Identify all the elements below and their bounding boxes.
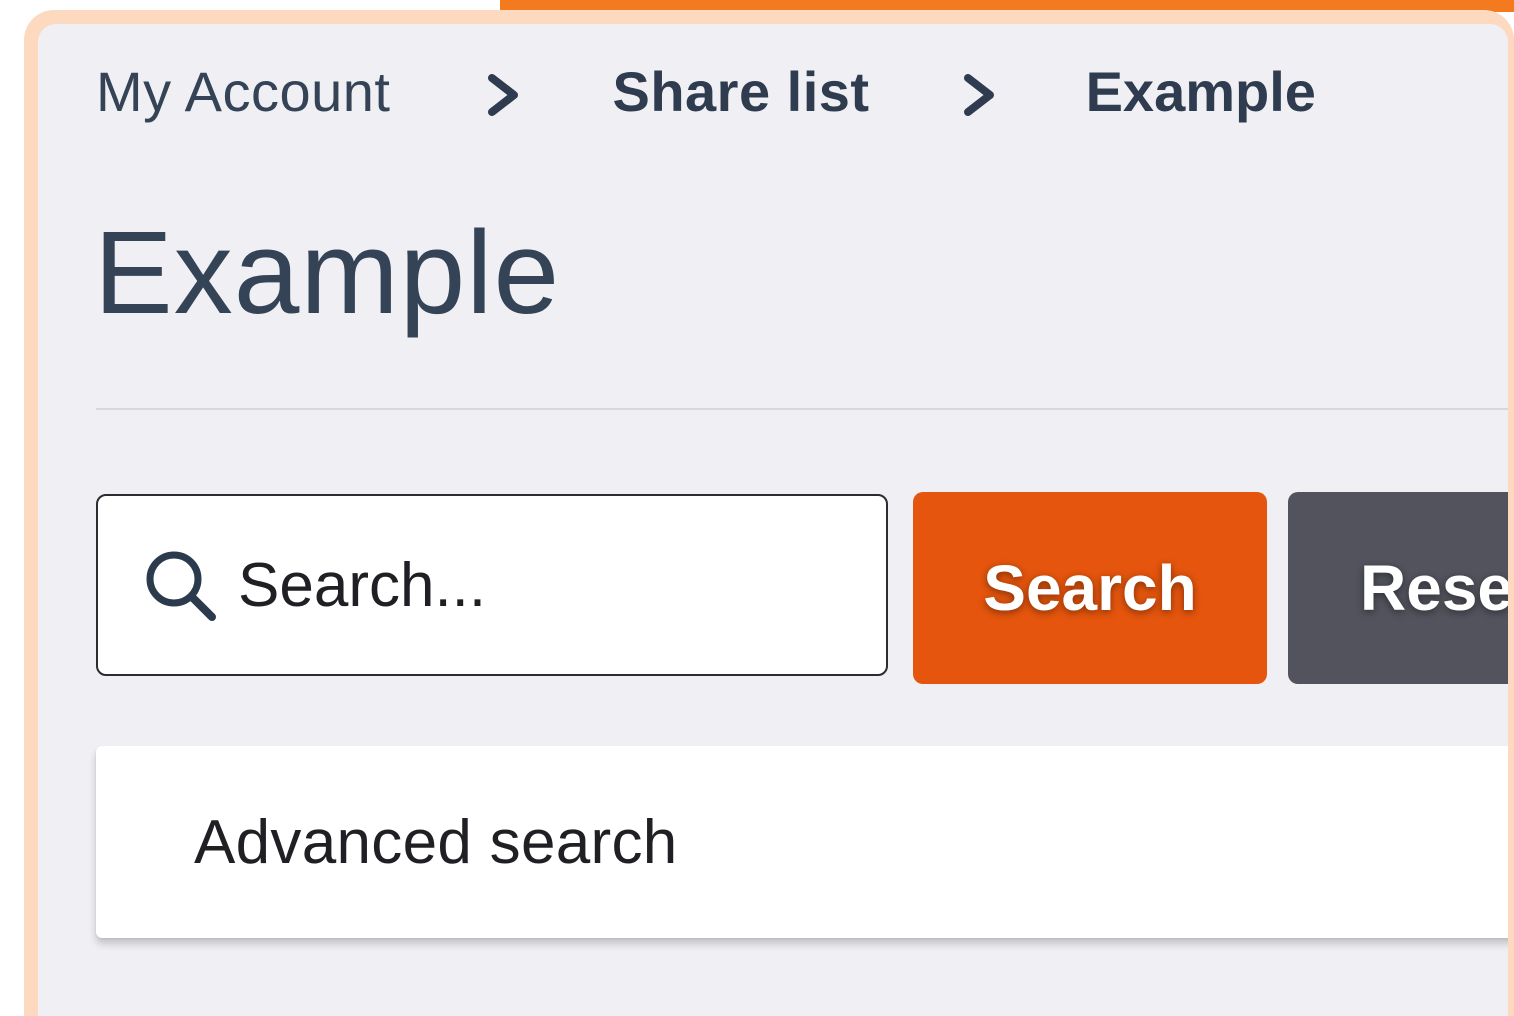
chevron-right-icon <box>960 72 1000 118</box>
chevron-right-icon <box>484 72 524 118</box>
search-input[interactable] <box>238 549 798 621</box>
advanced-search-toggle[interactable]: Advanced search <box>96 746 1508 938</box>
page-title: Example <box>94 207 561 339</box>
divider <box>96 408 1508 410</box>
breadcrumb-item-my-account[interactable]: My Account <box>96 59 390 124</box>
main-panel: My Account Share list Example Example Se… <box>38 24 1508 1016</box>
search-icon <box>146 551 216 621</box>
breadcrumb-item-share-list[interactable]: Share list <box>612 59 869 124</box>
search-field[interactable] <box>96 494 888 676</box>
search-button[interactable]: Search <box>913 492 1267 684</box>
reset-button[interactable]: Rese <box>1288 492 1508 684</box>
breadcrumb-item-current: Example <box>1085 59 1316 123</box>
advanced-search-label: Advanced search <box>194 807 678 877</box>
breadcrumb: My Account Share list Example <box>96 56 1316 126</box>
